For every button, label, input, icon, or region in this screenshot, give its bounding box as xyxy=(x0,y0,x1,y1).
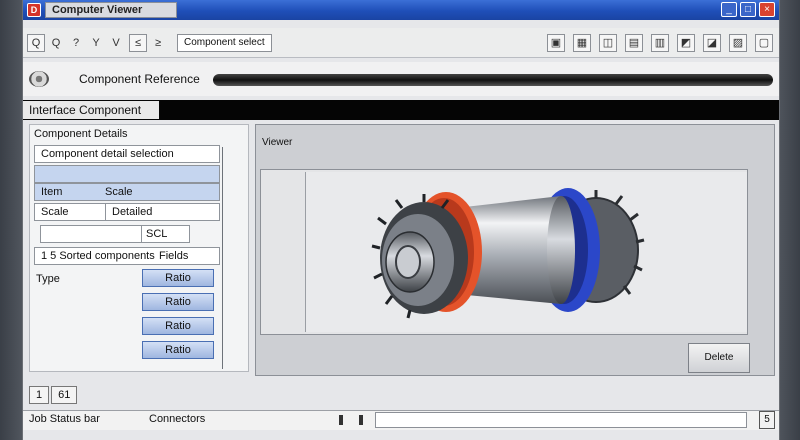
detail-selection-label: Component detail selection xyxy=(41,148,174,160)
delete-button[interactable]: Delete xyxy=(688,343,750,373)
ratio-button-1[interactable]: Ratio xyxy=(142,269,214,287)
scale-value: Detailed xyxy=(105,204,158,220)
detail-selection-row[interactable]: Component detail selection xyxy=(34,145,220,163)
detail-blank-row[interactable] xyxy=(34,165,220,183)
filter-icon[interactable]: Y xyxy=(87,34,105,52)
window-title: Computer Viewer xyxy=(45,2,178,18)
app-window: D Computer Viewer _ □ × Q Q ? Y V ≤ ≥ Co… xyxy=(22,0,780,440)
toolbar-right-group: ▣ ▦ ◫ ▤ ▥ ◩ ◪ ▨ ▢ xyxy=(543,34,773,52)
panel-heading: Component Details xyxy=(34,128,128,140)
minimize-button[interactable]: _ xyxy=(721,2,737,17)
help-icon[interactable]: ? xyxy=(67,34,85,52)
disc-icon xyxy=(29,71,49,87)
search-icon[interactable]: Q xyxy=(47,34,65,52)
viewer-label: Viewer xyxy=(262,137,293,148)
status-cells: 1 61 xyxy=(23,384,779,406)
gear-shaft-icon xyxy=(371,188,645,319)
close-button[interactable]: × xyxy=(759,2,775,17)
view-grid-icon[interactable]: ▣ xyxy=(547,34,565,52)
zoom-icon[interactable]: Q xyxy=(27,33,45,52)
layer-alt-icon[interactable]: ◪ xyxy=(703,34,721,52)
ratio-button-2[interactable]: Ratio xyxy=(142,293,214,311)
component-select-field[interactable]: Component select xyxy=(177,33,272,52)
item-label: Item xyxy=(41,186,63,198)
layer-icon[interactable]: ◩ xyxy=(677,34,695,52)
view-list-icon[interactable]: ▤ xyxy=(625,34,643,52)
detail-scale-row[interactable]: Scale Detailed xyxy=(34,203,220,221)
status-bar: Job Status bar Connectors 5 xyxy=(23,410,779,430)
status-separator-1 xyxy=(339,415,343,425)
viewer-panel: Viewer Delete xyxy=(255,124,775,376)
forward-icon[interactable]: ≥ xyxy=(149,34,167,52)
hatch-icon[interactable]: ▨ xyxy=(729,34,747,52)
check-icon[interactable]: V xyxy=(107,34,125,52)
section-title: Interface Component xyxy=(23,101,160,119)
viewer-canvas[interactable] xyxy=(260,169,748,335)
item-value: Scale xyxy=(105,186,133,198)
status-cell-2[interactable]: 61 xyxy=(51,386,78,404)
sorted-components-row[interactable]: 1 5 Sorted components Fields xyxy=(34,247,220,265)
address-row: Component Reference xyxy=(23,62,779,96)
detail-item-row[interactable]: Item Scale xyxy=(34,183,220,201)
scl-select[interactable]: SCL xyxy=(40,225,190,243)
address-bar[interactable] xyxy=(213,74,773,86)
status-left-text: Job Status bar xyxy=(29,413,100,425)
maximize-button[interactable]: □ xyxy=(740,2,756,17)
app-icon: D xyxy=(27,3,41,17)
status-separator-2 xyxy=(359,415,363,425)
toolbar: Q Q ? Y V ≤ ≥ Component select ▣ ▦ ◫ ▤ ▥… xyxy=(23,28,779,58)
back-icon[interactable]: ≤ xyxy=(129,33,147,52)
scale-label: Scale xyxy=(41,206,69,218)
status-mid-text: Connectors xyxy=(149,413,206,425)
view-columns-icon[interactable]: ▥ xyxy=(651,34,669,52)
status-input[interactable] xyxy=(375,412,747,428)
status-cell-1[interactable]: 1 xyxy=(29,386,50,404)
ratio-button-4[interactable]: Ratio xyxy=(142,341,214,359)
sorted-components-value: Fields xyxy=(159,250,189,262)
view-table-icon[interactable]: ▦ xyxy=(573,34,591,52)
view-split-icon[interactable]: ◫ xyxy=(599,34,617,52)
title-bar: D Computer Viewer _ □ × xyxy=(23,0,779,20)
scl-selected-value: SCL xyxy=(141,226,187,242)
status-end-button[interactable]: 5 xyxy=(759,411,775,429)
address-label: Component Reference xyxy=(79,72,200,86)
frame-icon[interactable]: ▢ xyxy=(755,34,773,52)
section-header: Interface Component xyxy=(23,100,779,120)
ratio-button-3[interactable]: Ratio xyxy=(142,317,214,335)
window-controls: _ □ × xyxy=(721,2,775,17)
component-details-panel: Component Details Component detail selec… xyxy=(29,124,249,372)
type-label: Type xyxy=(36,273,60,285)
viewer-viewport xyxy=(305,172,747,332)
panel-divider xyxy=(222,147,223,369)
sorted-components-label: 1 5 Sorted components xyxy=(41,250,155,262)
